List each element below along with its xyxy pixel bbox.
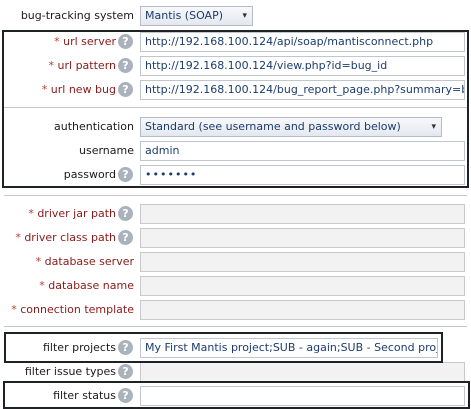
required-marker: * <box>28 207 34 220</box>
url-pattern-label: * url pattern <box>48 59 116 72</box>
help-icon[interactable]: ? <box>118 206 133 221</box>
username-input[interactable]: admin <box>140 141 465 161</box>
chevron-down-icon: ▾ <box>431 122 436 132</box>
driver-class-path-input[interactable] <box>140 228 465 248</box>
help-icon[interactable]: ? <box>118 167 133 182</box>
database-server-input[interactable] <box>140 252 465 272</box>
required-marker: * <box>39 279 45 292</box>
help-icon[interactable]: ? <box>118 82 133 97</box>
authentication-row: authentication Standard (see username an… <box>0 115 471 139</box>
database-name-row: * database name <box>0 274 471 298</box>
database-server-row: * database server <box>0 250 471 274</box>
required-marker: * <box>48 59 55 72</box>
database-server-label: * database server <box>35 255 134 268</box>
url-pattern-input[interactable]: http://192.168.100.124/view.php?id=bug_i… <box>140 56 465 76</box>
username-row: username admin <box>0 139 471 163</box>
connection-template-label: * connection template <box>11 303 134 316</box>
password-label: password <box>63 168 116 181</box>
authentication-value: Standard (see username and password belo… <box>145 120 401 133</box>
required-marker: * <box>54 35 60 48</box>
filter-issue-types-label: filter issue types <box>24 365 116 378</box>
driver-jar-path-input[interactable] <box>140 204 465 224</box>
section-divider <box>4 326 467 327</box>
url-server-label: * url server <box>54 35 116 48</box>
authentication-select[interactable]: Standard (see username and password belo… <box>140 117 442 137</box>
filter-issue-types-input[interactable] <box>140 362 465 382</box>
filter-projects-input[interactable]: My First Mantis project;SUB - again;SUB … <box>140 338 438 358</box>
help-icon[interactable]: ? <box>118 34 133 49</box>
tracking-system-value: Mantis (SOAP) <box>145 9 223 22</box>
required-marker: * <box>35 255 42 268</box>
chevron-down-icon: ▾ <box>242 11 247 21</box>
url-pattern-row: * url pattern ? http://192.168.100.124/v… <box>0 54 471 78</box>
section-divider <box>4 195 467 196</box>
filter-issue-types-row: filter issue types ? <box>0 360 471 384</box>
database-name-label: * database name <box>39 279 134 292</box>
help-icon[interactable]: ? <box>118 388 133 403</box>
connection-template-input[interactable] <box>140 300 465 320</box>
help-icon[interactable]: ? <box>118 340 133 355</box>
url-server-row: * url server ? http://192.168.100.124/ap… <box>0 30 471 54</box>
password-row: password ? ••••••• <box>0 163 471 187</box>
connection-template-row: * connection template <box>0 298 471 322</box>
password-input[interactable]: ••••••• <box>140 165 465 185</box>
section-divider <box>4 107 467 108</box>
required-marker: * <box>15 231 21 244</box>
tracking-system-row: bug-tracking system Mantis (SOAP) ▾ <box>0 4 471 28</box>
help-icon[interactable]: ? <box>118 58 133 73</box>
driver-class-path-label: * driver class path <box>15 231 116 244</box>
database-name-input[interactable] <box>140 276 465 296</box>
help-icon[interactable]: ? <box>118 230 133 245</box>
driver-jar-path-label: * driver jar path <box>28 207 116 220</box>
driver-jar-path-row: * driver jar path ? <box>0 202 471 226</box>
filter-projects-label: filter projects <box>43 341 116 354</box>
filter-projects-row: filter projects ? My First Mantis projec… <box>0 336 471 360</box>
help-icon[interactable]: ? <box>118 364 133 379</box>
url-new-bug-input[interactable]: http://192.168.100.124/bug_report_page.p… <box>140 80 465 100</box>
tracking-system-label: bug-tracking system <box>20 9 134 22</box>
tracking-system-select[interactable]: Mantis (SOAP) ▾ <box>140 6 253 26</box>
authentication-label: authentication <box>54 120 134 133</box>
url-server-input[interactable]: http://192.168.100.124/api/soap/mantisco… <box>140 32 465 52</box>
required-marker: * <box>11 303 17 316</box>
driver-class-path-row: * driver class path ? <box>0 226 471 250</box>
url-new-bug-row: * url new bug ? http://192.168.100.124/b… <box>0 78 471 102</box>
filter-status-label: filter status <box>53 389 116 402</box>
username-label: username <box>79 144 134 157</box>
filter-status-row: filter status ? <box>0 384 471 408</box>
required-marker: * <box>41 83 48 96</box>
url-new-bug-label: * url new bug <box>41 83 116 96</box>
filter-status-input[interactable] <box>140 386 465 406</box>
